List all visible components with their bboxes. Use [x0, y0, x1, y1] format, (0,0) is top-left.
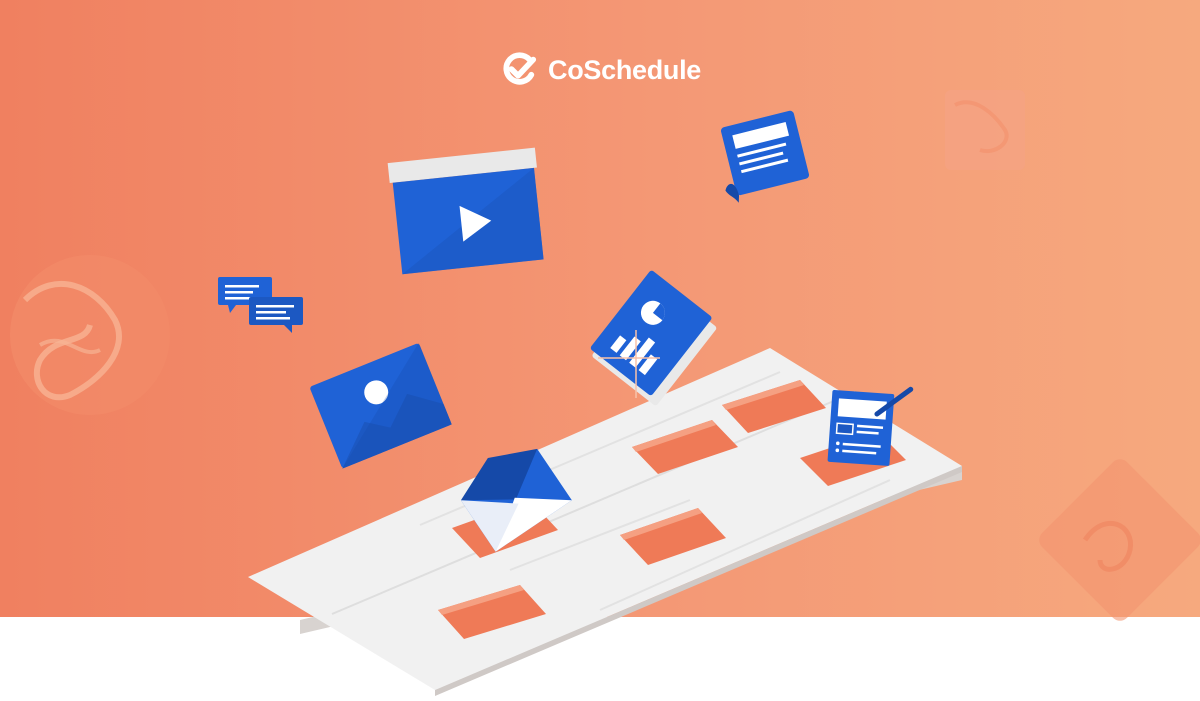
marble-diamond-texture — [1039, 459, 1200, 621]
image-photo-icon — [310, 342, 452, 469]
chat-bubbles-icon — [218, 277, 303, 333]
illustration-scene — [10, 90, 1200, 696]
document-scroll-icon — [720, 110, 810, 203]
marble-square-texture — [945, 90, 1025, 170]
marble-circle-texture — [10, 255, 170, 415]
video-play-icon — [387, 147, 544, 275]
hero-banner: CoSchedule — [0, 0, 1200, 701]
